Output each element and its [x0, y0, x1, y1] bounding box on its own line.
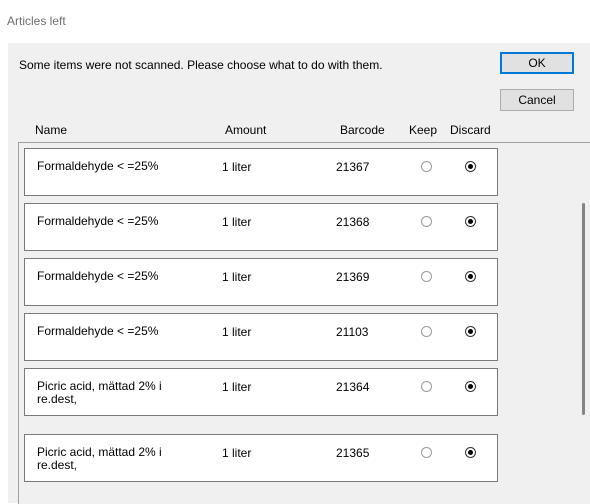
item-row: Formaldehyde < =25% 1 liter 21369	[24, 258, 498, 306]
item-amount: 1 liter	[222, 270, 252, 284]
keep-radio[interactable]	[421, 381, 432, 392]
item-amount: 1 liter	[222, 380, 252, 394]
item-name: Formaldehyde < =25%	[37, 159, 159, 173]
item-row: Formaldehyde < =25% 1 liter 21103	[24, 313, 498, 361]
keep-radio[interactable]	[421, 216, 432, 227]
column-header-amount: Amount	[225, 123, 267, 137]
item-barcode: 21369	[336, 270, 370, 284]
item-amount: 1 liter	[222, 215, 252, 229]
discard-radio[interactable]	[465, 216, 476, 227]
keep-radio[interactable]	[421, 326, 432, 337]
discard-radio[interactable]	[465, 381, 476, 392]
dialog-client-area: Some items were not scanned. Please choo…	[8, 43, 590, 504]
column-header-discard: Discard	[450, 123, 491, 137]
ok-button[interactable]: OK	[500, 52, 574, 74]
item-barcode: 21368	[336, 215, 370, 229]
column-header-barcode: Barcode	[340, 123, 385, 137]
keep-radio[interactable]	[421, 271, 432, 282]
keep-radio[interactable]	[421, 161, 432, 172]
window-title: Articles left	[7, 14, 66, 28]
item-name: Formaldehyde < =25%	[37, 214, 159, 228]
discard-radio[interactable]	[465, 161, 476, 172]
cancel-button[interactable]: Cancel	[500, 89, 574, 111]
column-header-name: Name	[35, 123, 68, 137]
item-barcode: 21103	[336, 325, 369, 339]
item-barcode: 21367	[336, 160, 370, 174]
discard-radio[interactable]	[465, 326, 476, 337]
vertical-scrollbar-thumb[interactable]	[582, 203, 585, 415]
item-amount: 1 liter	[222, 446, 252, 460]
title-bar: Articles left	[0, 0, 590, 34]
item-name: Picric acid, mättad 2% i re.dest,	[37, 445, 162, 472]
keep-radio[interactable]	[421, 447, 432, 458]
item-row: Picric acid, mättad 2% i re.dest, 1 liter…	[24, 434, 498, 482]
item-barcode: 21365	[336, 446, 370, 460]
item-row: Formaldehyde < =25% 1 liter 21367	[24, 148, 498, 196]
item-barcode: 21364	[336, 380, 370, 394]
item-name: Picric acid, mättad 2% i re.dest,	[37, 379, 162, 406]
instruction-message: Some items were not scanned. Please choo…	[19, 58, 383, 72]
item-name: Formaldehyde < =25%	[37, 269, 159, 283]
item-row: Picric acid, mättad 2% i re.dest, 1 liter…	[24, 368, 498, 416]
discard-radio[interactable]	[465, 447, 476, 458]
column-header-keep: Keep	[409, 123, 438, 137]
item-amount: 1 liter	[222, 160, 252, 174]
item-amount: 1 liter	[222, 325, 252, 339]
item-row: Formaldehyde < =25% 1 liter 21368	[24, 203, 498, 251]
item-name: Formaldehyde < =25%	[37, 324, 159, 338]
discard-radio[interactable]	[465, 271, 476, 282]
items-list: Formaldehyde < =25% 1 liter 21367 Formaldeh…	[18, 142, 590, 504]
